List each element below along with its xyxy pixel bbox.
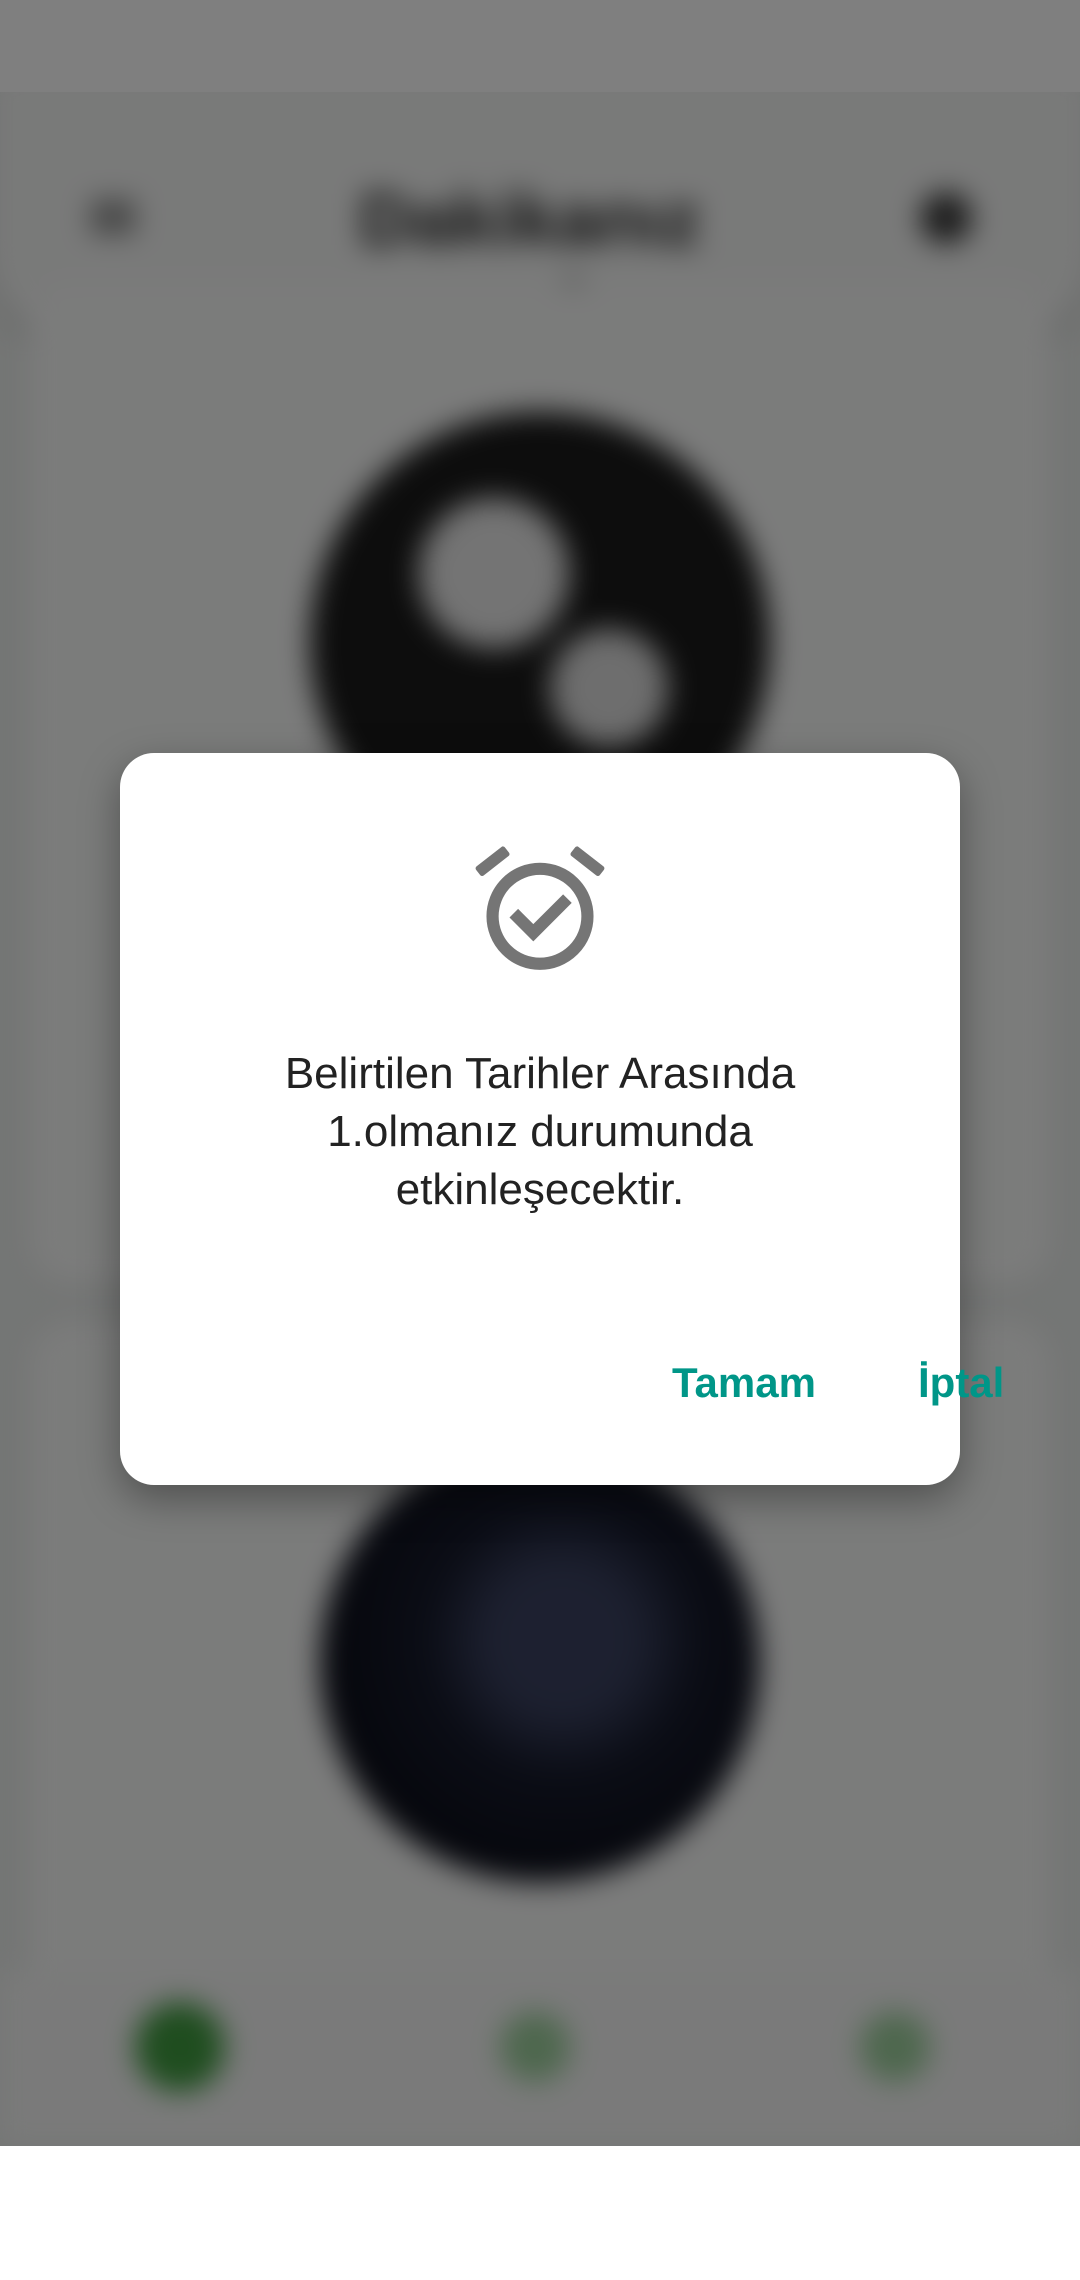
dialog-actions: Tamam İptal (120, 1338, 1004, 1428)
dialog-message: Belirtilen Tarihler Arasında 1.olmanız d… (284, 1049, 796, 1214)
alarm-check-icon (475, 846, 605, 970)
navigation-bar (0, 2146, 1080, 2280)
alert-dialog: Belirtilen Tarihler Arasında 1.olmanız d… (120, 753, 1004, 1485)
ok-button[interactable]: Tamam (650, 1338, 838, 1428)
screen: Dakikanız ne? Belirtilen Tarihler A (0, 0, 1080, 2280)
cancel-button[interactable]: İptal (896, 1338, 1026, 1428)
